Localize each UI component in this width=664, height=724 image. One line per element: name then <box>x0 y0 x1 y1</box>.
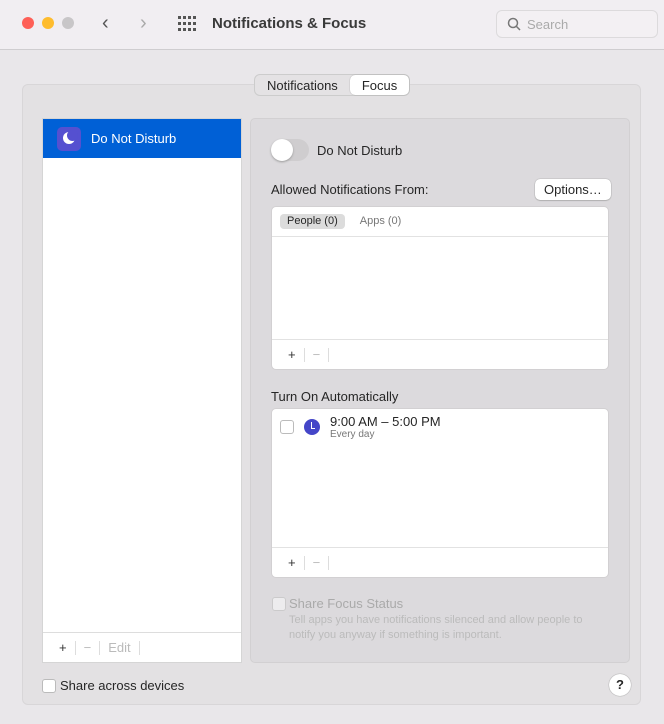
subtab-apps[interactable]: Apps (0) <box>353 214 409 229</box>
minimize-button[interactable] <box>42 17 54 29</box>
search-placeholder: Search <box>527 17 569 32</box>
list-toolbar: + − Edit <box>43 632 241 662</box>
zoom-button[interactable] <box>62 17 74 29</box>
window-title: Notifications & Focus <box>212 15 367 32</box>
auto-heading: Turn On Automatically <box>271 389 399 404</box>
do-not-disturb-toggle[interactable] <box>271 139 309 161</box>
edit-focus-button[interactable]: Edit <box>100 640 140 655</box>
share-status-checkbox[interactable] <box>272 597 286 611</box>
schedule-days: Every day <box>330 429 375 440</box>
schedule-item[interactable]: 9:00 AM – 5:00 PM Every day <box>330 414 441 440</box>
remove-focus-button[interactable]: − <box>76 640 101 655</box>
search-input[interactable]: Search <box>496 10 658 38</box>
allowed-box: People (0) Apps (0) + − <box>271 206 609 370</box>
search-icon <box>507 17 521 31</box>
forward-icon[interactable]: › <box>140 12 147 35</box>
focus-item-do-not-disturb[interactable]: Do Not Disturb <box>43 119 241 158</box>
toggle-label: Do Not Disturb <box>317 143 403 158</box>
share-status-label: Share Focus Status <box>289 596 404 611</box>
help-button[interactable]: ? <box>609 674 631 696</box>
tab-focus[interactable]: Focus <box>349 75 410 95</box>
title-bar: ‹ › Notifications & Focus Search <box>0 0 664 50</box>
add-schedule-button[interactable]: + <box>280 555 305 570</box>
schedule-box: 9:00 AM – 5:00 PM Every day + − <box>271 408 609 578</box>
grid-icon[interactable] <box>178 16 196 32</box>
options-button[interactable]: Options… <box>535 179 611 200</box>
schedule-time: 9:00 AM – 5:00 PM <box>330 414 441 429</box>
close-button[interactable] <box>22 17 34 29</box>
focus-list: Do Not Disturb + − Edit <box>42 118 242 663</box>
schedule-checkbox[interactable] <box>280 420 294 434</box>
share-status-description: Tell apps you have notifications silence… <box>289 614 583 641</box>
add-focus-button[interactable]: + <box>51 640 76 655</box>
focus-item-label: Do Not Disturb <box>91 131 177 146</box>
back-icon[interactable]: ‹ <box>102 12 109 35</box>
add-allowed-button[interactable]: + <box>280 347 305 362</box>
tab-bar: Notifications Focus <box>254 74 411 96</box>
remove-schedule-button[interactable]: − <box>305 555 330 570</box>
remove-allowed-button[interactable]: − <box>305 347 330 362</box>
focus-detail-panel: Do Not Disturb Allowed Notifications Fro… <box>250 118 630 663</box>
tab-notifications[interactable]: Notifications <box>255 75 350 95</box>
moon-icon <box>57 126 81 151</box>
subtab-people[interactable]: People (0) <box>280 214 345 229</box>
allowed-heading: Allowed Notifications From: <box>271 182 429 197</box>
share-devices-label: Share across devices <box>60 678 185 693</box>
clock-icon <box>304 419 320 435</box>
share-devices-checkbox[interactable] <box>42 679 56 693</box>
